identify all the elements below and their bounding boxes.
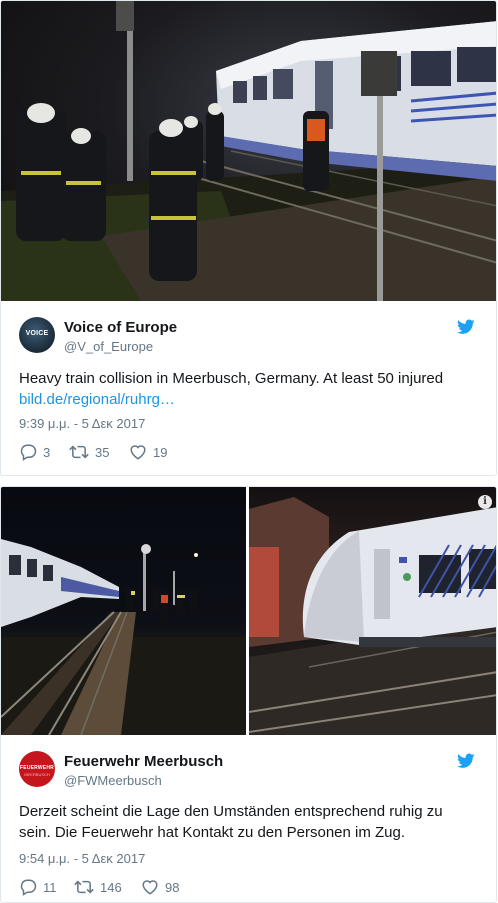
photo-scene-train-firefighters (1, 1, 496, 301)
retweet-button[interactable]: 146 (74, 877, 122, 897)
like-icon (142, 880, 158, 895)
tweet-photo-damaged-train[interactable]: i (249, 487, 496, 735)
retweet-icon (69, 445, 89, 459)
tweet-text: Heavy train collision in Meerbusch, Germ… (19, 368, 481, 410)
like-count: 19 (153, 444, 168, 460)
avatar-voice-of-europe[interactable]: VOICE (19, 317, 55, 353)
author-name[interactable]: Feuerwehr Meerbusch (64, 753, 223, 770)
reply-button[interactable]: 11 (19, 877, 57, 897)
like-button[interactable]: 19 (129, 442, 167, 462)
author-handle[interactable]: @V_of_Europe (64, 339, 153, 354)
tweet-timestamp[interactable]: 9:54 μ.μ. - 5 Δεκ 2017 (19, 851, 145, 866)
like-count: 98 (165, 879, 180, 895)
tweet-header: VOICE Voice of Europe @V_of_Europe (19, 317, 479, 355)
retweet-button[interactable]: 35 (69, 442, 109, 462)
tweet-actions: 3 35 19 (19, 442, 319, 462)
tweet-body-text: Heavy train collision in Meerbusch, Germ… (19, 370, 444, 387)
tweet-card-feuerwehr-meerbusch[interactable]: i FEUERWEHR MEERBUSCH Feuerwehr Meerbusc… (0, 486, 497, 903)
tweet-photo-night-scene[interactable] (1, 487, 246, 735)
tweet-photo-train-collision[interactable] (1, 1, 496, 301)
reply-icon (20, 879, 37, 896)
avatar-text: VOICE (25, 330, 49, 337)
avatar-subtext: MEERBUSCH (24, 772, 50, 777)
photo-scene-night-tracks (1, 539, 246, 735)
reply-icon (20, 444, 37, 461)
tweet-text: Derzeit scheint die Lage den Umständen e… (19, 803, 443, 841)
avatar-text: FEUERWEHR (20, 765, 54, 771)
reply-count: 11 (43, 879, 57, 895)
photo-scene-damaged-train (249, 497, 496, 735)
info-icon[interactable]: i (478, 495, 492, 509)
author-name[interactable]: Voice of Europe (64, 319, 177, 336)
tweet-actions: 11 146 98 (19, 877, 319, 897)
twitter-bird-icon[interactable] (457, 319, 475, 335)
retweet-count: 146 (100, 879, 122, 895)
author-handle[interactable]: @FWMeerbusch (64, 773, 162, 788)
retweet-icon (74, 880, 94, 894)
tweet-timestamp[interactable]: 9:39 μ.μ. - 5 Δεκ 2017 (19, 416, 145, 431)
like-button[interactable]: 98 (141, 877, 179, 897)
retweet-count: 35 (95, 444, 110, 460)
reply-count: 3 (43, 444, 51, 460)
tweet-link[interactable]: bild.de/regional/ruhrg… (19, 391, 175, 408)
avatar-feuerwehr-meerbusch[interactable]: FEUERWEHR MEERBUSCH (19, 751, 55, 787)
tweet-card-voice-of-europe[interactable]: VOICE Voice of Europe @V_of_Europe Heavy… (0, 0, 497, 476)
reply-button[interactable]: 3 (19, 442, 50, 462)
like-icon (130, 445, 146, 460)
tweet-header: FEUERWEHR MEERBUSCH Feuerwehr Meerbusch … (19, 751, 479, 789)
twitter-bird-icon[interactable] (457, 753, 475, 769)
